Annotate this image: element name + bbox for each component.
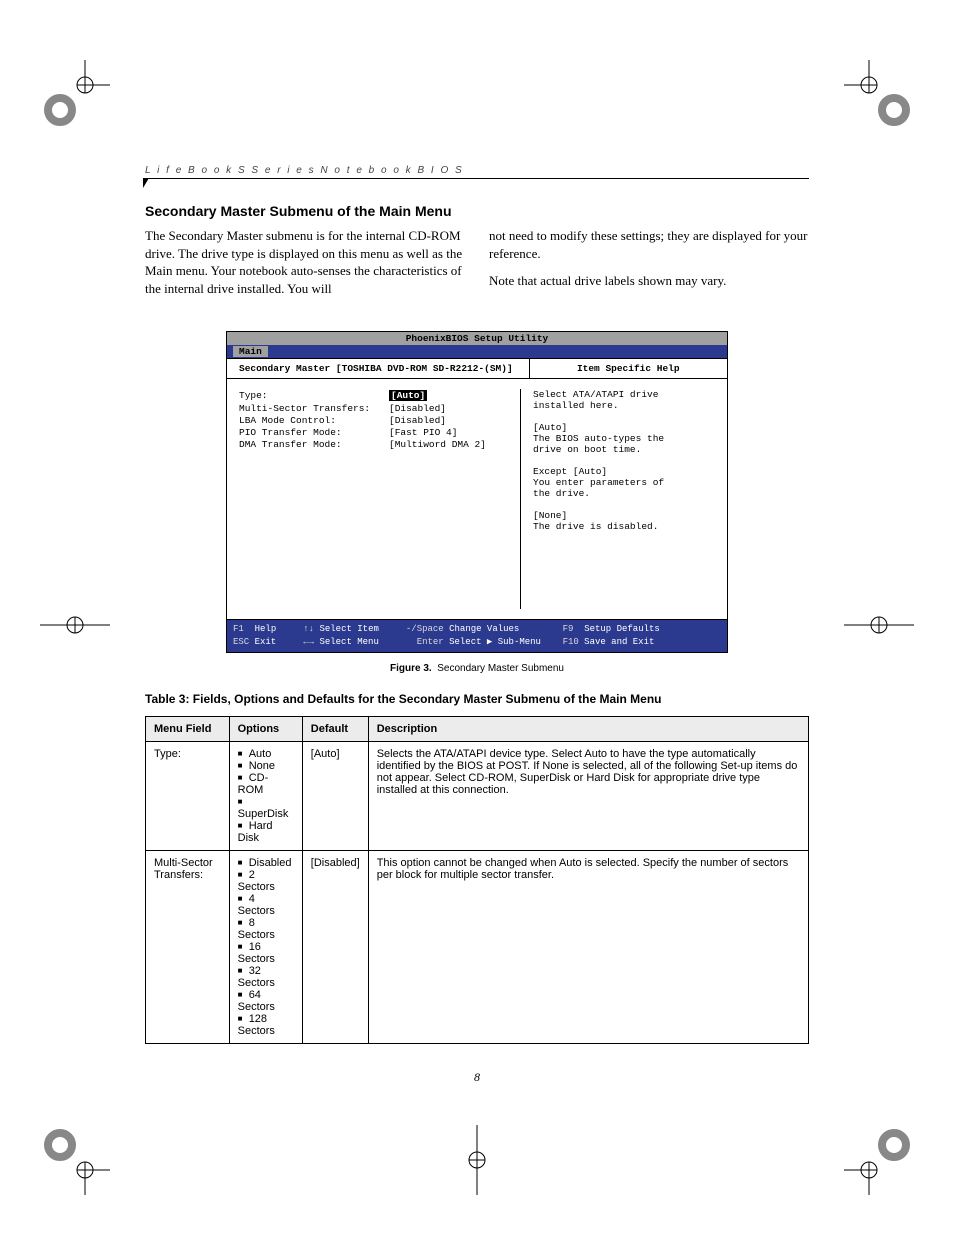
crop-mark-icon <box>844 60 914 130</box>
figure-caption: Figure 3. Secondary Master Submenu <box>145 663 809 674</box>
crop-mark-icon <box>844 590 914 660</box>
bios-title-bar: PhoenixBIOS Setup Utility <box>227 332 727 345</box>
bios-submenu-title: Secondary Master [TOSHIBA DVD-ROM SD-R22… <box>227 359 529 378</box>
crop-mark-icon <box>40 590 110 660</box>
bios-tab-main: Main <box>233 346 268 357</box>
bios-screenshot: PhoenixBIOS Setup Utility Main Secondary… <box>226 331 728 652</box>
body-paragraph: not need to modify these settings; they … <box>489 227 809 262</box>
crop-mark-icon <box>40 1125 110 1195</box>
bios-footer-bar: F1 Help ↑↓ Select Item -/Space Change Va… <box>227 620 727 651</box>
crop-mark-icon <box>442 1125 512 1195</box>
bios-tab-bar: Main <box>227 345 727 358</box>
table-caption: Table 3: Fields, Options and Defaults fo… <box>145 692 809 706</box>
body-paragraph: The Secondary Master submenu is for the … <box>145 227 465 297</box>
bios-fields: Type:[Auto]Multi-Sector Transfers:[Disab… <box>239 389 512 609</box>
body-columns: The Secondary Master submenu is for the … <box>145 227 809 303</box>
fields-table: Menu FieldOptionsDefaultDescription Type… <box>145 716 809 1044</box>
crop-mark-icon <box>844 1125 914 1195</box>
page-number: 8 <box>145 1070 809 1085</box>
running-header: L i f e B o o k S S e r i e s N o t e b … <box>145 165 809 179</box>
bios-help-text: Select ATA/ATAPI driveinstalled here. [A… <box>520 389 715 609</box>
bios-help-title: Item Specific Help <box>529 359 727 378</box>
crop-mark-icon <box>40 60 110 130</box>
body-paragraph: Note that actual drive labels shown may … <box>489 272 809 290</box>
section-heading: Secondary Master Submenu of the Main Men… <box>145 203 809 219</box>
